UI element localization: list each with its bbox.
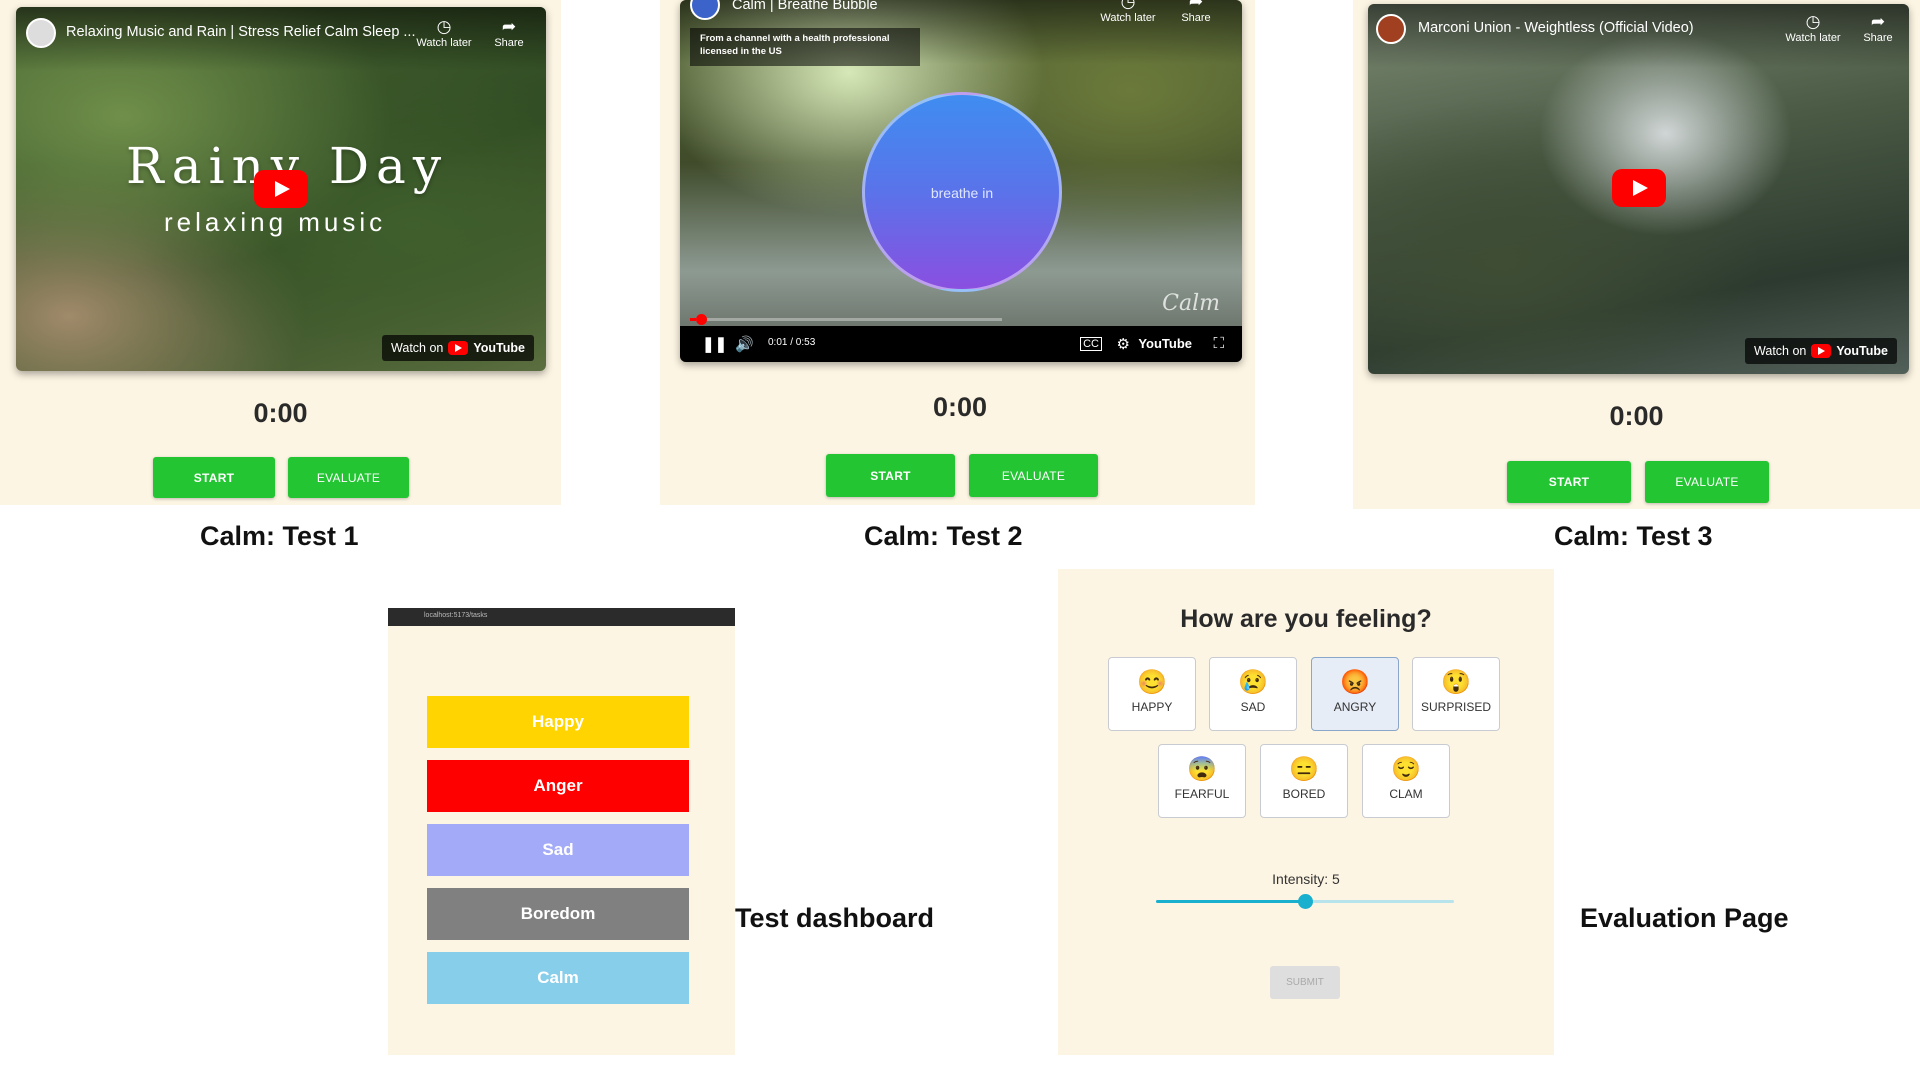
health-notice[interactable]: From a channel with a health professiona…: [690, 28, 920, 66]
submit-button[interactable]: SUBMIT: [1270, 966, 1340, 999]
emotion-bored[interactable]: 😑 BORED: [1260, 744, 1348, 818]
test1-timer: 0:00: [253, 398, 308, 428]
bored-face-icon: 😑: [1289, 756, 1319, 783]
task-button-calm[interactable]: Calm: [427, 952, 689, 1004]
task-button-sad[interactable]: Sad: [427, 824, 689, 876]
intensity-slider[interactable]: [1156, 894, 1454, 909]
test2-start-button[interactable]: START: [826, 454, 955, 497]
watch-later-button[interactable]: ◷ Watch later: [1785, 12, 1841, 44]
browser-address-bar: localhost:5173/tasks: [388, 608, 735, 626]
dashboard-panel: localhost:5173/tasks Happy Anger Sad Bor…: [388, 608, 735, 1055]
evaluation-caption: Evaluation Page: [1580, 903, 1789, 933]
test1-evaluate-button[interactable]: EVALUATE: [288, 457, 409, 498]
test3-video-player[interactable]: Marconi Union - Weightless (Official Vid…: [1368, 4, 1909, 374]
play-icon[interactable]: [254, 170, 308, 208]
relieved-face-icon: 😌: [1391, 756, 1421, 783]
video-title[interactable]: Marconi Union - Weightless (Official Vid…: [1418, 20, 1694, 36]
progress-bar[interactable]: [690, 314, 1002, 325]
sad-face-icon: 😢: [1238, 669, 1268, 696]
video-title[interactable]: Calm | Breathe Bubble: [732, 0, 878, 13]
test1-start-button[interactable]: START: [153, 457, 275, 498]
task-button-anger[interactable]: Anger: [427, 760, 689, 812]
emotion-calm[interactable]: 😌 CLAM: [1362, 744, 1450, 818]
emotion-sad[interactable]: 😢 SAD: [1209, 657, 1297, 731]
youtube-logo-icon: [1811, 344, 1832, 358]
captions-icon[interactable]: CC: [1080, 337, 1102, 351]
time-display: 0:01 / 0:53: [768, 337, 816, 348]
task-button-happy[interactable]: Happy: [427, 696, 689, 748]
intensity-slider-thumb[interactable]: [1298, 894, 1313, 909]
play-icon[interactable]: [1612, 169, 1666, 207]
browser-url[interactable]: localhost:5173/tasks: [424, 612, 487, 619]
emotion-fearful[interactable]: 😨 FEARFUL: [1158, 744, 1246, 818]
breathe-bubble: breathe in: [862, 92, 1062, 292]
test3-evaluate-button[interactable]: EVALUATE: [1645, 461, 1769, 503]
test3-start-button[interactable]: START: [1507, 461, 1631, 503]
video-title[interactable]: Relaxing Music and Rain | Stress Relief …: [66, 24, 416, 40]
surprised-face-icon: 😲: [1441, 669, 1471, 696]
test3-panel: Marconi Union - Weightless (Official Vid…: [1353, 0, 1920, 509]
watch-later-button[interactable]: ◷ Watch later: [1100, 0, 1156, 24]
test2-evaluate-button[interactable]: EVALUATE: [969, 454, 1098, 497]
breathe-text: breathe in: [930, 185, 994, 201]
youtube-logo[interactable]: YouTube: [1138, 336, 1192, 351]
task-button-boredom[interactable]: Boredom: [427, 888, 689, 940]
emotion-angry[interactable]: 😡 ANGRY: [1311, 657, 1399, 731]
intensity-slider-fill: [1156, 900, 1305, 903]
clock-icon: ◷: [1120, 0, 1136, 11]
intensity-label: Intensity: 5: [1272, 871, 1340, 887]
angry-face-icon: 😡: [1340, 669, 1370, 696]
video-overlay-subtitle: relaxing music: [164, 207, 387, 237]
channel-avatar[interactable]: [26, 18, 56, 48]
evaluation-panel: How are you feeling? 😊 HAPPY 😢 SAD 😡 ANG…: [1058, 569, 1554, 1055]
test2-video-player[interactable]: Calm | Breathe Bubble ◷ Watch later ➦ Sh…: [680, 0, 1242, 362]
share-arrow-icon: ➦: [1188, 0, 1204, 11]
test1-panel: Relaxing Music and Rain | Stress Relief …: [0, 0, 561, 505]
settings-gear-icon[interactable]: ⚙: [1117, 335, 1130, 353]
share-button[interactable]: ➦ Share: [1850, 12, 1906, 44]
pause-icon[interactable]: ❚❚: [702, 335, 727, 353]
youtube-logo-icon: [448, 341, 469, 355]
volume-icon[interactable]: 🔊: [735, 335, 754, 353]
test2-panel: Calm | Breathe Bubble ◷ Watch later ➦ Sh…: [660, 0, 1255, 505]
watch-on-youtube-button[interactable]: Watch on YouTube: [382, 335, 534, 361]
share-arrow-icon: ➦: [501, 17, 517, 36]
player-controls: ❚❚ 🔊 0:01 / 0:53 CC ⚙ YouTube ⛶: [680, 314, 1242, 362]
test2-caption: Calm: Test 2: [864, 521, 1023, 551]
watch-on-youtube-button[interactable]: Watch on YouTube: [1745, 338, 1897, 364]
test2-timer: 0:00: [932, 392, 988, 422]
share-button[interactable]: ➦ Share: [1168, 0, 1224, 24]
calm-watermark: Calm: [1162, 291, 1220, 316]
dashboard-caption: Test dashboard: [735, 903, 935, 933]
smiling-face-icon: 😊: [1137, 669, 1167, 696]
share-arrow-icon: ➦: [1870, 12, 1886, 31]
watch-later-button[interactable]: ◷ Watch later: [416, 17, 472, 49]
progress-knob[interactable]: [696, 314, 708, 325]
emotion-surprised[interactable]: 😲 SURPRISED: [1412, 657, 1500, 731]
test3-timer: 0:00: [1609, 401, 1664, 431]
emotion-happy[interactable]: 😊 HAPPY: [1108, 657, 1196, 731]
test1-video-player[interactable]: Relaxing Music and Rain | Stress Relief …: [16, 7, 546, 371]
clock-icon: ◷: [436, 17, 452, 36]
fearful-face-icon: 😨: [1187, 756, 1217, 783]
channel-avatar[interactable]: [1376, 14, 1406, 44]
share-button[interactable]: ➦ Share: [481, 17, 537, 49]
clock-icon: ◷: [1805, 12, 1821, 31]
test3-caption: Calm: Test 3: [1554, 521, 1713, 551]
fullscreen-icon[interactable]: ⛶: [1213, 335, 1224, 352]
evaluation-title: How are you feeling?: [1180, 605, 1432, 633]
test1-caption: Calm: Test 1: [200, 521, 359, 551]
